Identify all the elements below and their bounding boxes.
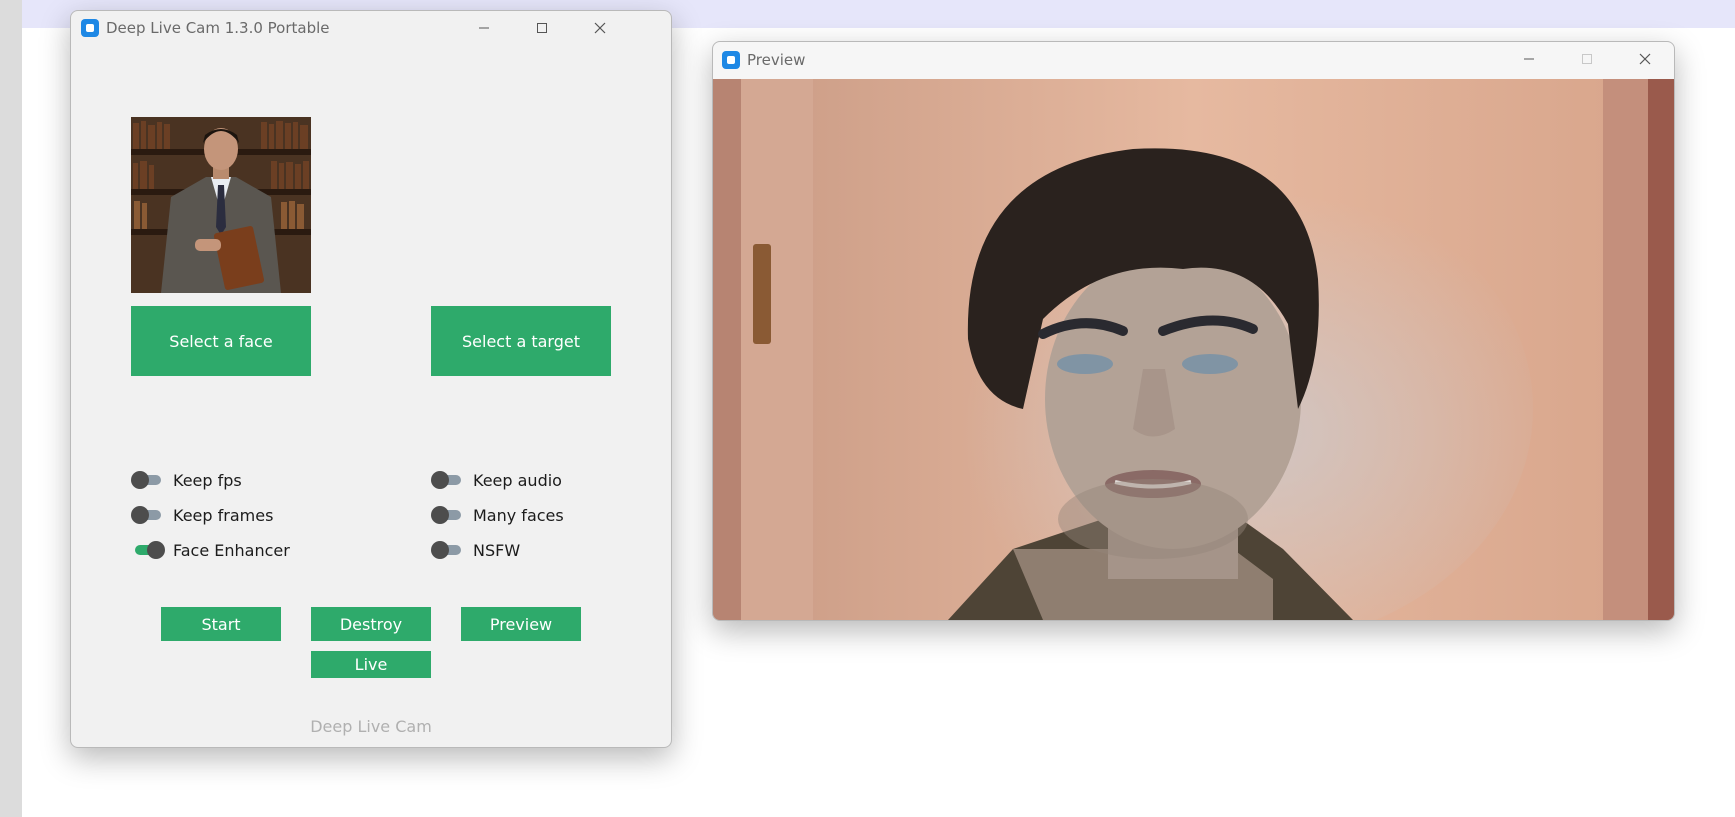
minimize-icon — [1524, 58, 1534, 60]
preview-video-frame — [713, 79, 1674, 620]
destroy-button[interactable]: Destroy — [311, 607, 431, 641]
keep-frames-label: Keep frames — [173, 505, 274, 525]
preview-titlebar[interactable]: Preview — [713, 42, 1674, 79]
face-enhancer-label: Face Enhancer — [173, 540, 290, 560]
maximize-icon — [1582, 54, 1592, 64]
select-face-button[interactable]: Select a face — [131, 306, 311, 376]
start-button[interactable]: Start — [161, 607, 281, 641]
keep-audio-toggle[interactable]: Keep audio — [431, 470, 562, 490]
live-button[interactable]: Live — [311, 651, 431, 678]
face-enhancer-switch[interactable] — [131, 540, 165, 560]
face-enhancer-toggle[interactable]: Face Enhancer — [131, 540, 290, 560]
many-faces-toggle[interactable]: Many faces — [431, 505, 564, 525]
select-target-button[interactable]: Select a target — [431, 306, 611, 376]
keep-fps-label: Keep fps — [173, 470, 242, 490]
preview-maximize-button — [1564, 42, 1610, 76]
close-button[interactable] — [577, 11, 623, 45]
preview-app-icon — [722, 51, 740, 69]
maximize-icon — [537, 23, 547, 33]
nsfw-switch[interactable] — [431, 540, 465, 560]
preview-window-title: Preview — [747, 51, 806, 69]
nsfw-toggle[interactable]: NSFW — [431, 540, 520, 560]
app-icon — [81, 19, 99, 37]
footer-brand: Deep Live Cam — [310, 717, 432, 736]
source-face-thumbnail — [131, 117, 311, 293]
keep-fps-switch[interactable] — [131, 470, 165, 490]
maximize-button[interactable] — [519, 11, 565, 45]
keep-frames-switch[interactable] — [131, 505, 165, 525]
preview-close-button[interactable] — [1622, 42, 1668, 76]
main-titlebar[interactable]: Deep Live Cam 1.3.0 Portable — [71, 11, 671, 45]
keep-fps-toggle[interactable]: Keep fps — [131, 470, 242, 490]
close-icon — [1639, 53, 1651, 65]
many-faces-label: Many faces — [473, 505, 564, 525]
keep-audio-switch[interactable] — [431, 470, 465, 490]
close-icon — [594, 22, 606, 34]
main-window: Deep Live Cam 1.3.0 Portable Select a fa… — [70, 10, 672, 748]
keep-frames-toggle[interactable]: Keep frames — [131, 505, 273, 525]
preview-minimize-button[interactable] — [1506, 42, 1552, 76]
many-faces-switch[interactable] — [431, 505, 465, 525]
preview-window: Preview — [712, 41, 1675, 621]
desktop-left-strip — [0, 0, 22, 817]
preview-button[interactable]: Preview — [461, 607, 581, 641]
main-window-title: Deep Live Cam 1.3.0 Portable — [106, 19, 330, 37]
minimize-icon — [479, 27, 489, 29]
nsfw-label: NSFW — [473, 540, 521, 560]
minimize-button[interactable] — [461, 11, 507, 45]
keep-audio-label: Keep audio — [473, 470, 562, 490]
